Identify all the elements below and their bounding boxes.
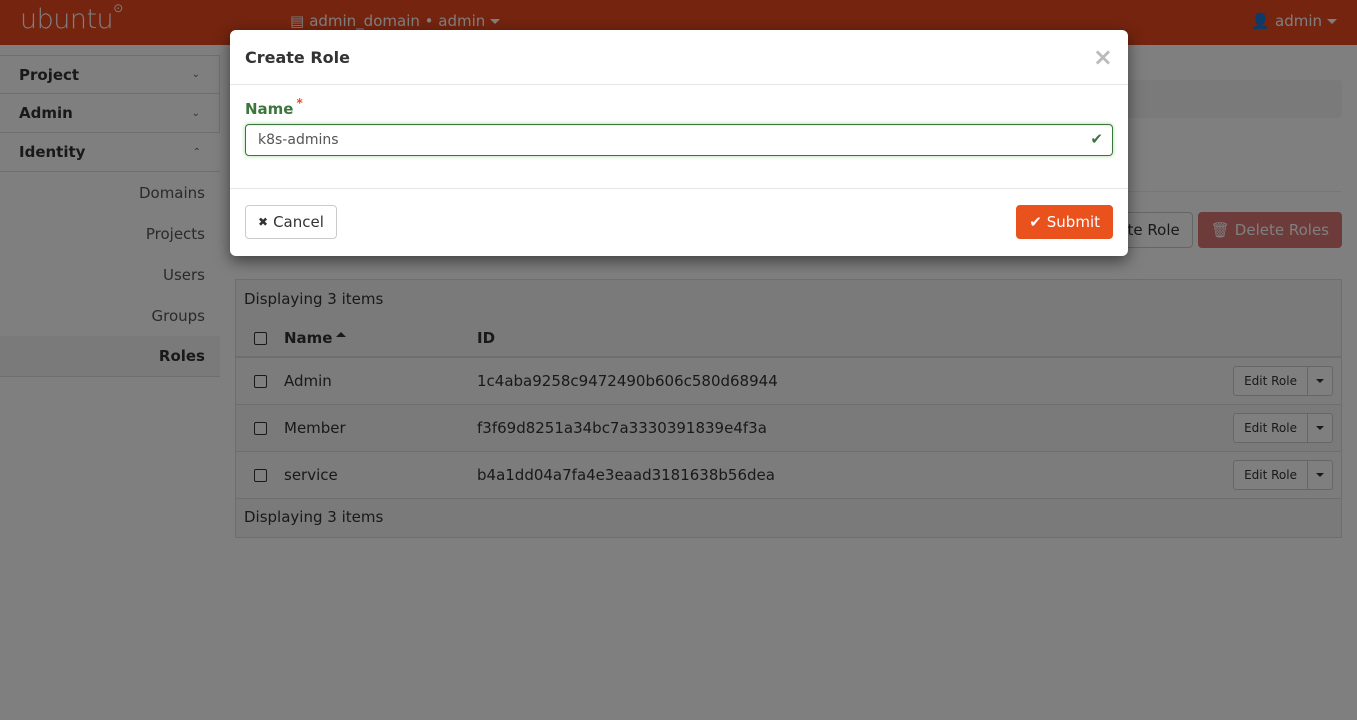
name-label-text: Name xyxy=(245,100,294,118)
modal-header: Create Role × xyxy=(230,30,1128,85)
submit-button[interactable]: ✔ Submit xyxy=(1016,205,1113,239)
submit-label: Submit xyxy=(1046,213,1100,231)
required-asterisk-icon: * xyxy=(296,96,303,110)
modal-body: Name * ✔ xyxy=(230,85,1128,189)
cancel-button[interactable]: ✖ Cancel xyxy=(245,205,337,239)
check-icon: ✔ xyxy=(1029,213,1042,231)
create-role-modal: Create Role × Name * ✔ ✖ Cancel ✔ Submit xyxy=(230,30,1128,256)
name-field-label: Name * xyxy=(245,96,303,118)
valid-check-icon: ✔ xyxy=(1090,130,1103,148)
role-name-input[interactable] xyxy=(245,124,1113,156)
close-icon[interactable]: × xyxy=(1093,45,1113,69)
modal-footer: ✖ Cancel ✔ Submit xyxy=(230,189,1128,255)
cancel-label: Cancel xyxy=(273,213,324,231)
times-icon: ✖ xyxy=(258,215,269,229)
modal-title: Create Role xyxy=(245,47,350,67)
